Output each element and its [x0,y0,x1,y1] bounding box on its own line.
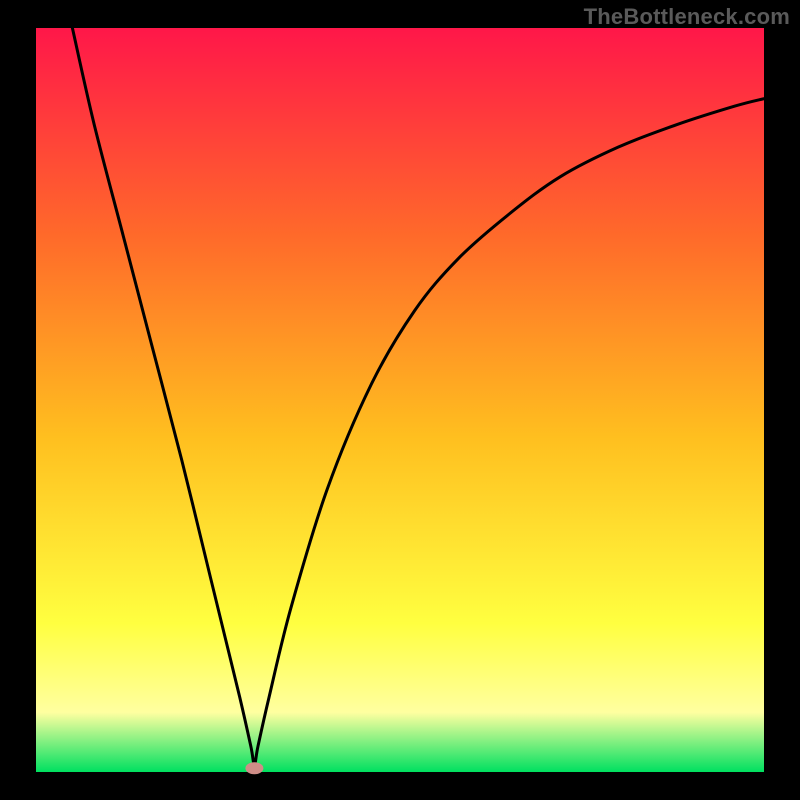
chart-canvas [0,0,800,800]
plot-background [36,28,764,772]
watermark-label: TheBottleneck.com [584,4,790,30]
chart-frame: TheBottleneck.com [0,0,800,800]
min-marker [245,762,263,774]
